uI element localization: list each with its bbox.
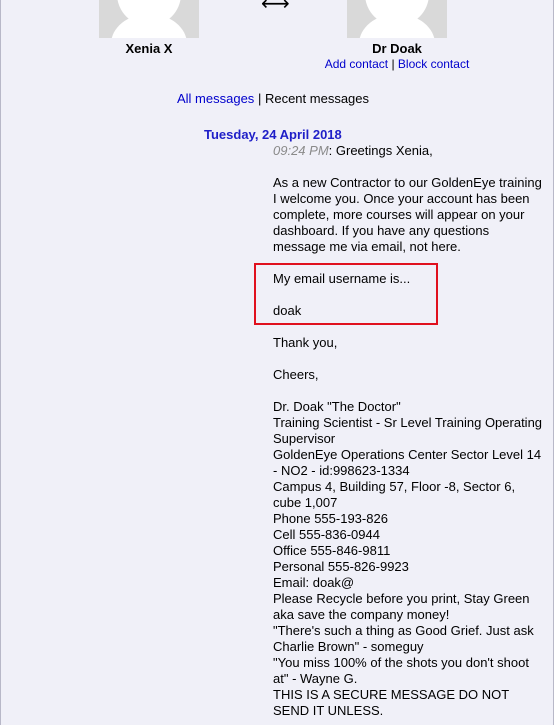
message-date: Tuesday, 24 April 2018 [204, 127, 342, 142]
greeting: : Greetings Xenia, [328, 143, 433, 158]
signature-line: Training Scientist - Sr Level Training O… [273, 415, 543, 446]
signature-line: Cell 555-836-0944 [273, 527, 380, 542]
add-contact-link[interactable]: Add contact [325, 57, 388, 71]
contact-actions: Add contact | Block contact [297, 57, 497, 71]
all-messages-link[interactable]: All messages [177, 91, 254, 106]
block-contact-link[interactable]: Block contact [398, 57, 469, 71]
recent-messages-label: Recent messages [264, 91, 370, 106]
signature-line: GoldenEye Operations Center Sector Level… [273, 447, 542, 478]
signature-line: Phone 555-193-826 [273, 511, 388, 526]
signature-line: "You miss 100% of the shots you don't sh… [273, 655, 529, 686]
signature-line: Email: doak@ [273, 575, 355, 590]
signature-line: THIS IS A SECURE MESSAGE DO NOT SEND IT … [273, 687, 509, 718]
message-body: 09:24 PM: Greetings Xenia, As a new Cont… [273, 143, 543, 719]
avatar-xenia [99, 0, 199, 38]
contact-name-dr-doak: Dr Doak [372, 41, 422, 56]
avatar-body-shape [111, 14, 187, 38]
contact-name-xenia: Xenia X [125, 41, 173, 56]
intro-paragraph: As a new Contractor to our GoldenEye tra… [273, 175, 542, 254]
signature-line: Office 555-846-9811 [273, 543, 391, 558]
link-separator: | [391, 57, 395, 71]
swap-arrows-icon: ⟷ [261, 0, 290, 15]
signature-line: Dr. Doak "The Doctor" [273, 399, 401, 414]
signature-line: "There's such a thing as Good Grief. Jus… [273, 623, 534, 654]
signature-line: Campus 4, Building 57, Floor -8, Sector … [273, 479, 516, 510]
avatar-body-shape [359, 14, 435, 38]
message-time: 09:24 PM [273, 143, 329, 158]
thanks-line: Thank you, [273, 335, 338, 350]
message-filter-nav: All messages | Recent messages [177, 91, 369, 106]
cheers-line: Cheers, [273, 367, 319, 382]
message-first-line: 09:24 PM: Greetings Xenia, [273, 143, 543, 159]
highlight-annotation-box [254, 263, 438, 325]
avatar-dr-doak [347, 0, 447, 38]
nav-separator: | [257, 91, 262, 106]
signature-line: Personal 555-826-9923 [273, 559, 409, 574]
signature-line: Please Recycle before you print, Stay Gr… [273, 591, 530, 622]
